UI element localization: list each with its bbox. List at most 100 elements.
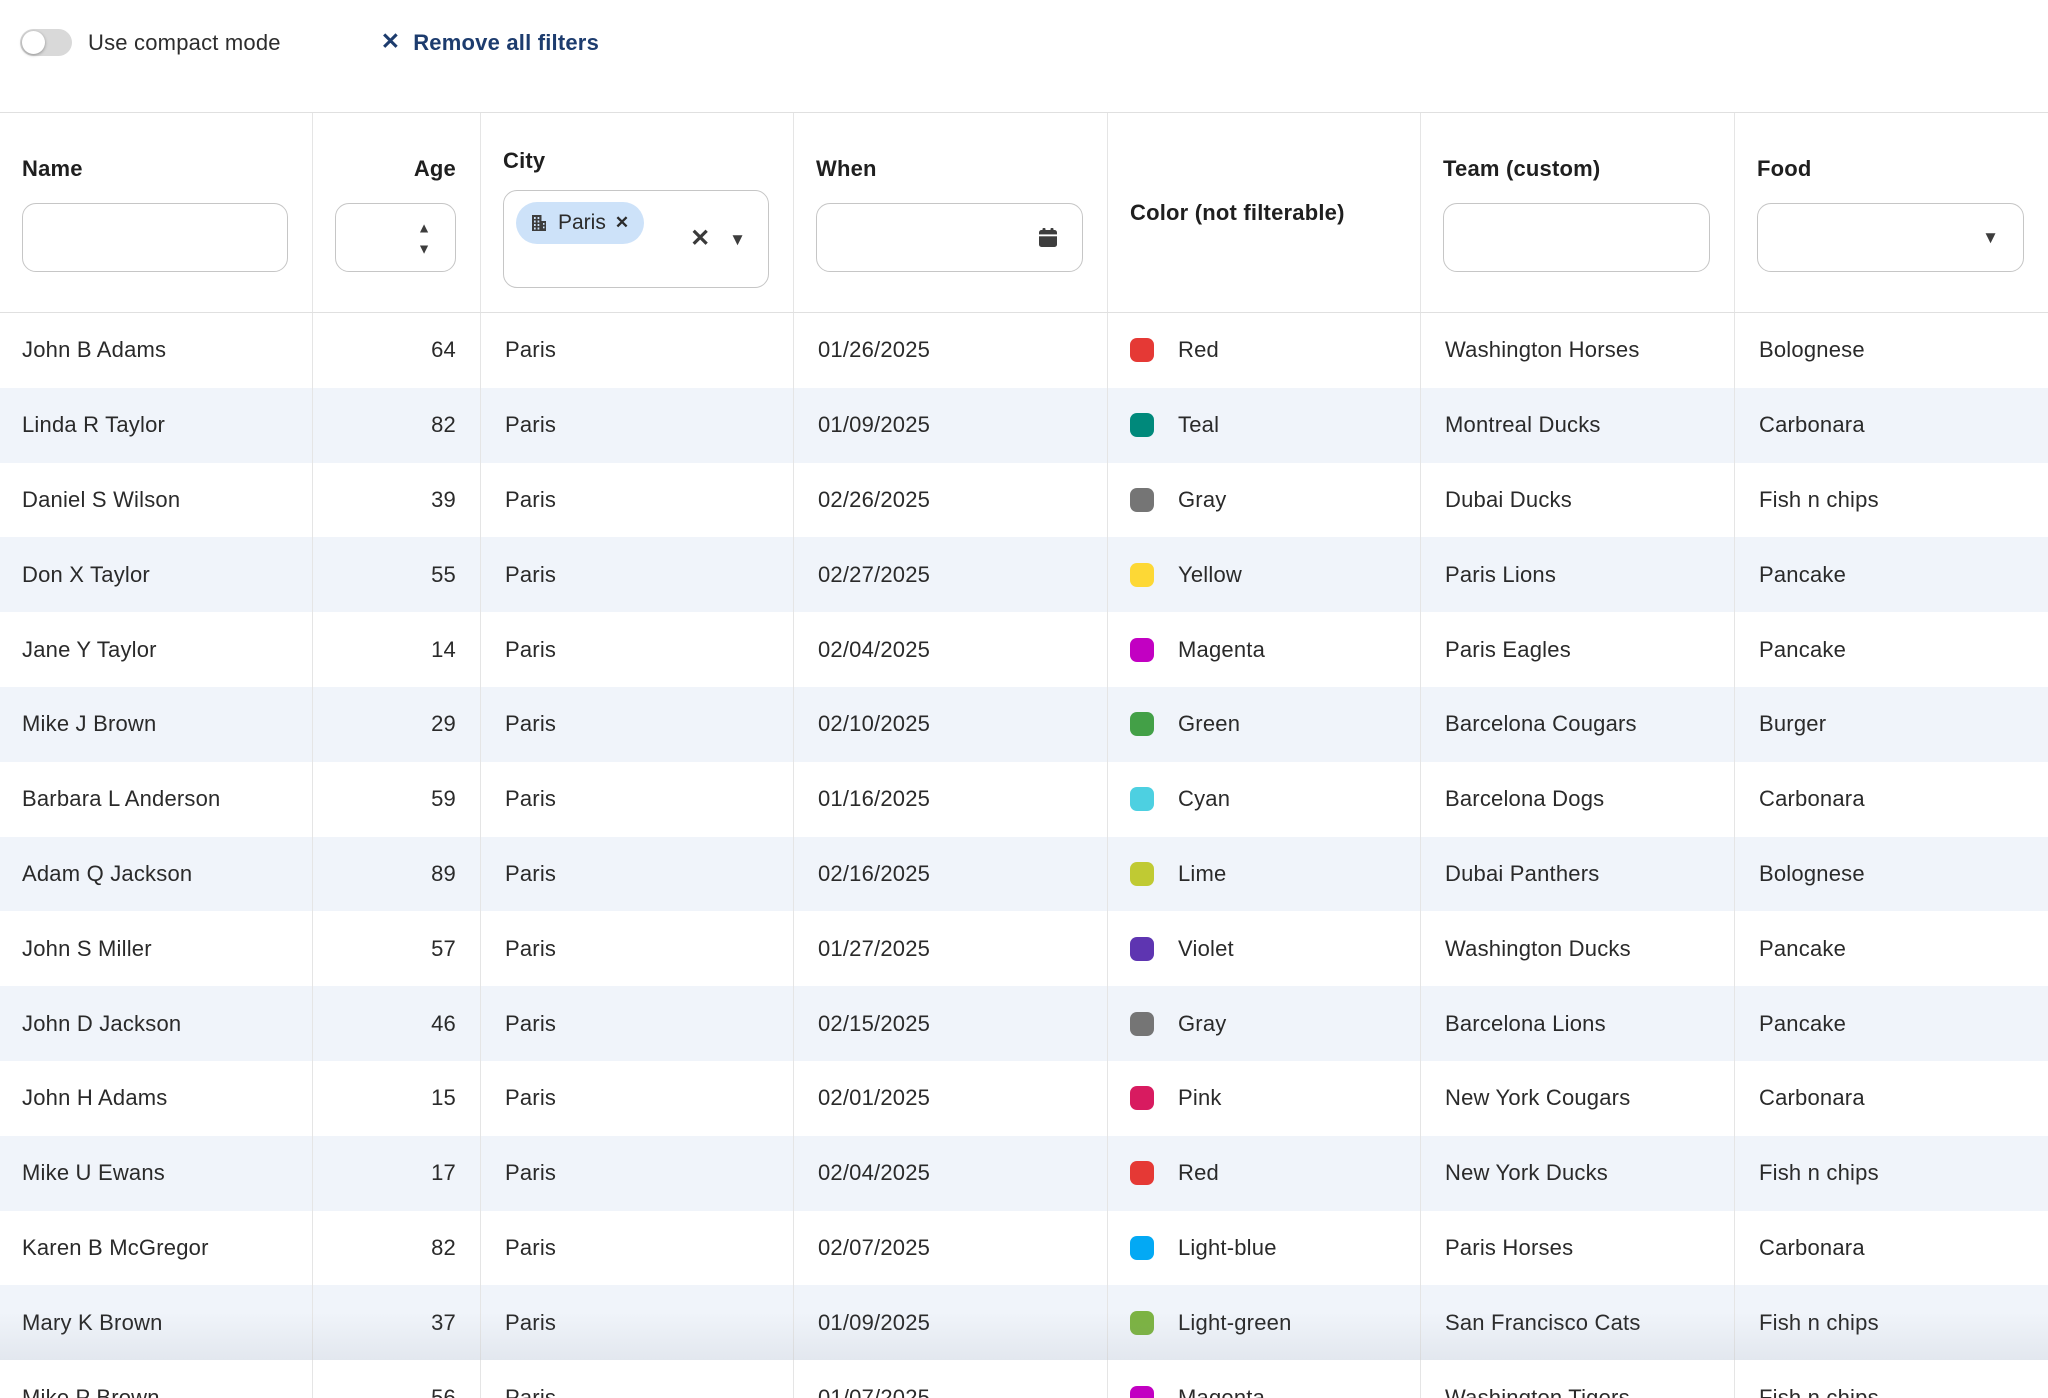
cell-city: Paris (481, 986, 794, 1061)
cell-text: Karen B McGregor (22, 1235, 209, 1261)
color-swatch (1130, 862, 1154, 886)
cell-color: Red (1108, 1136, 1421, 1211)
cell-text: Carbonara (1759, 786, 1865, 812)
calendar-icon[interactable] (1036, 226, 1060, 250)
cell-when: 02/26/2025 (794, 463, 1108, 538)
cell-text: 02/04/2025 (818, 637, 930, 663)
cell-when: 02/15/2025 (794, 986, 1108, 1061)
cell-text: Pancake (1759, 562, 1846, 588)
cell-city: Paris (481, 463, 794, 538)
remove-all-filters-button[interactable]: ✕ Remove all filters (381, 29, 599, 56)
cell-color: Light-green (1108, 1285, 1421, 1360)
building-icon (529, 213, 549, 233)
table-row: Barbara L Anderson59Paris01/16/2025CyanB… (0, 762, 2048, 837)
cell-text: 02/16/2025 (818, 861, 930, 887)
cell-color: Lime (1108, 837, 1421, 912)
cell-name: John D Jackson (0, 986, 313, 1061)
cell-when: 02/04/2025 (794, 612, 1108, 687)
column-header-age: Age ▲ ▼ (313, 113, 481, 312)
when-filter-date-input[interactable] (816, 203, 1083, 272)
cell-food: Carbonara (1735, 762, 2048, 837)
color-swatch (1130, 1012, 1154, 1036)
city-chip-value: Paris (558, 211, 606, 235)
cell-team: Barcelona Dogs (1421, 762, 1735, 837)
table-row: Mary K Brown37Paris01/09/2025Light-green… (0, 1285, 2048, 1360)
cell-text: Dubai Panthers (1445, 861, 1599, 887)
cell-food: Fish n chips (1735, 1360, 2048, 1398)
cell-color: Red (1108, 313, 1421, 388)
age-filter-spinner[interactable]: ▲ ▼ (335, 203, 456, 272)
color-swatch (1130, 638, 1154, 662)
cell-age: 17 (313, 1136, 481, 1211)
cell-text: Paris (505, 337, 556, 363)
cell-text: 64 (431, 337, 456, 363)
cell-name: John H Adams (0, 1061, 313, 1136)
cell-when: 02/10/2025 (794, 687, 1108, 762)
cell-text: Paris (505, 1011, 556, 1037)
city-filter-chip[interactable]: Paris ✕ (516, 202, 644, 244)
cell-text: Paris (505, 711, 556, 737)
cell-text: 46 (431, 1011, 456, 1037)
cell-age: 29 (313, 687, 481, 762)
table-row: Jane Y Taylor14Paris02/04/2025MagentaPar… (0, 612, 2048, 687)
table-row: Mike J Brown29Paris02/10/2025GreenBarcel… (0, 687, 2048, 762)
cell-food: Fish n chips (1735, 1285, 2048, 1360)
column-header-food: Food ▼ (1735, 113, 2048, 312)
cell-text: Bolognese (1759, 337, 1865, 363)
table-row: Mike U Ewans17Paris02/04/2025RedNew York… (0, 1136, 2048, 1211)
clear-filter-icon[interactable]: ✕ (690, 227, 710, 251)
cell-text: New York Ducks (1445, 1160, 1608, 1186)
caret-down-icon[interactable]: ▼ (729, 231, 746, 248)
name-filter-input[interactable] (22, 203, 288, 272)
cell-text: Paris (505, 1385, 556, 1398)
cell-age: 82 (313, 1211, 481, 1286)
team-filter-input[interactable] (1443, 203, 1710, 272)
cell-color: Teal (1108, 388, 1421, 463)
color-name: Teal (1178, 412, 1219, 438)
cell-text: Linda R Taylor (22, 412, 165, 438)
table-header: Name Age ▲ ▼ City (0, 112, 2048, 313)
spin-up-icon[interactable]: ▲ (417, 220, 431, 234)
cell-text: Paris (505, 936, 556, 962)
color-swatch (1130, 338, 1154, 362)
cell-team: Washington Horses (1421, 313, 1735, 388)
toolbar: Use compact mode ✕ Remove all filters (0, 0, 2048, 112)
cell-team: Washington Ducks (1421, 911, 1735, 986)
cell-color: Gray (1108, 463, 1421, 538)
spin-down-icon[interactable]: ▼ (417, 241, 431, 255)
cell-text: Don X Taylor (22, 562, 150, 588)
cell-text: John S Miller (22, 936, 152, 962)
table-row: Don X Taylor55Paris02/27/2025YellowParis… (0, 537, 2048, 612)
multiselect-controls: ✕ ▼ (690, 227, 746, 251)
compact-mode-label: Use compact mode (88, 29, 281, 56)
caret-down-icon[interactable]: ▼ (1982, 228, 1999, 248)
cell-text: Carbonara (1759, 1085, 1865, 1111)
cell-text: 02/10/2025 (818, 711, 930, 737)
cell-text: Mary K Brown (22, 1310, 163, 1336)
cell-food: Bolognese (1735, 837, 2048, 912)
compact-mode-toggle[interactable] (20, 29, 72, 56)
color-swatch (1130, 1386, 1154, 1398)
cell-text: Daniel S Wilson (22, 487, 180, 513)
cell-text: Mike P Brown (22, 1385, 160, 1398)
cell-team: Paris Eagles (1421, 612, 1735, 687)
cell-text: 14 (431, 637, 456, 663)
chip-remove-icon[interactable]: ✕ (615, 213, 629, 233)
cell-food: Pancake (1735, 537, 2048, 612)
table-row: John D Jackson46Paris02/15/2025GrayBarce… (0, 986, 2048, 1061)
cell-team: Montreal Ducks (1421, 388, 1735, 463)
cell-team: Washington Tigers (1421, 1360, 1735, 1398)
city-filter-multiselect[interactable]: Paris ✕ ✕ ▼ (503, 190, 769, 288)
color-name: Magenta (1178, 1385, 1265, 1398)
cell-color: Violet (1108, 911, 1421, 986)
column-label-team: Team (custom) (1443, 155, 1710, 183)
cell-text: Paris (505, 1160, 556, 1186)
cell-food: Bolognese (1735, 313, 2048, 388)
food-filter-select[interactable]: ▼ (1757, 203, 2024, 272)
cell-text: 57 (431, 936, 456, 962)
cell-text: 59 (431, 786, 456, 812)
cell-food: Pancake (1735, 911, 2048, 986)
cell-name: Adam Q Jackson (0, 837, 313, 912)
color-name: Lime (1178, 861, 1227, 887)
cell-when: 01/07/2025 (794, 1360, 1108, 1398)
